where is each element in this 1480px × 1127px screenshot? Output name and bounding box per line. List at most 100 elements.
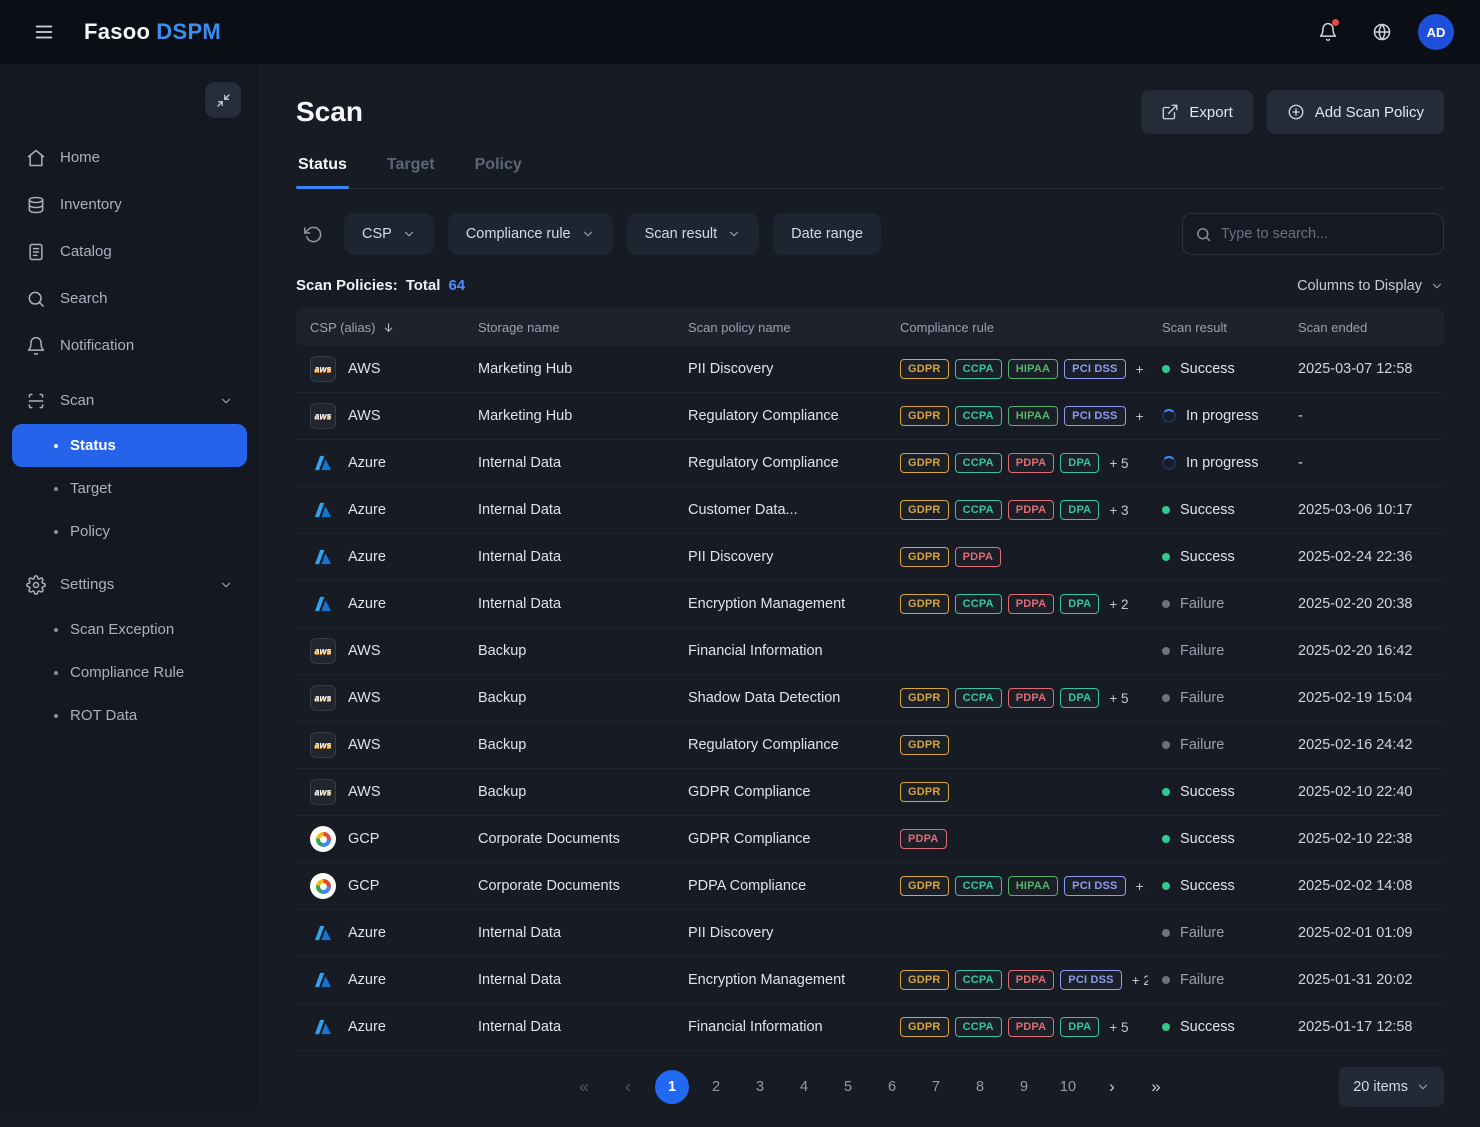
hamburger-menu-button[interactable]: [26, 14, 62, 50]
sort-descending-icon[interactable]: [382, 321, 395, 334]
compliance-badge: PCI DSS: [1064, 359, 1125, 379]
brand-logo: Fasoo DSPM: [84, 19, 221, 45]
scan-table: CSP (alias)Storage nameScan policy nameC…: [296, 308, 1444, 1051]
column-header-storage-name[interactable]: Storage name: [464, 308, 674, 346]
export-button[interactable]: Export: [1141, 90, 1252, 134]
column-header-scan-result[interactable]: Scan result: [1148, 308, 1284, 346]
table-row[interactable]: AzureInternal DataPII DiscoveryGDPRPDPAS…: [296, 534, 1444, 581]
sidebar-item-home[interactable]: Home: [12, 134, 247, 181]
pagination-page-2[interactable]: 2: [699, 1070, 733, 1104]
table-row[interactable]: awsAWSMarketing HubRegulatory Compliance…: [296, 393, 1444, 440]
sidebar-item-rot-data[interactable]: ROT Data: [12, 694, 247, 737]
pagination-page-9[interactable]: 9: [1007, 1070, 1041, 1104]
status-dot: [1162, 1023, 1170, 1031]
column-header-scan-ended[interactable]: Scan ended: [1284, 308, 1444, 346]
search-box[interactable]: [1182, 213, 1444, 255]
sidebar-item-settings[interactable]: Settings: [12, 561, 247, 608]
table-row[interactable]: AzureInternal DataFinancial InformationG…: [296, 1004, 1444, 1051]
sidebar-item-status[interactable]: Status: [12, 424, 247, 467]
csp-name: AWS: [348, 408, 381, 424]
compliance-badge: CCPA: [955, 406, 1002, 426]
compliance-badge: CCPA: [955, 594, 1002, 614]
tab-target[interactable]: Target: [385, 156, 437, 188]
pagination-page-10[interactable]: 10: [1051, 1070, 1085, 1104]
storage-name: Backup: [478, 643, 526, 659]
sidebar-item-search[interactable]: Search: [12, 275, 247, 322]
table-row[interactable]: GCPCorporate DocumentsPDPA ComplianceGDP…: [296, 863, 1444, 910]
scan-policy-name: GDPR Compliance: [688, 784, 811, 800]
sidebar-item-scan[interactable]: Scan: [12, 377, 247, 424]
sidebar-item-compliance-rule[interactable]: Compliance Rule: [12, 651, 247, 694]
scan-policy-name: Shadow Data Detection: [688, 690, 840, 706]
notifications-bell-button[interactable]: [1310, 14, 1346, 50]
column-header-compliance-rule[interactable]: Compliance rule: [886, 308, 1148, 346]
sidebar-item-notification[interactable]: Notification: [12, 322, 247, 369]
sidebar-collapse-button[interactable]: [205, 82, 241, 118]
compliance-badges: GDPRCCPAPDPAPCI DSS+ 2: [900, 970, 1134, 990]
pagination-page-8[interactable]: 8: [963, 1070, 997, 1104]
scan-policies-summary: Scan Policies: Total 64: [296, 277, 465, 294]
table-row[interactable]: awsAWSBackupFinancial InformationFailure…: [296, 628, 1444, 675]
sidebar-item-inventory[interactable]: Inventory: [12, 181, 247, 228]
column-header-csp-alias[interactable]: CSP (alias): [296, 308, 464, 346]
sidebar-item-target[interactable]: Target: [12, 467, 247, 510]
tab-status[interactable]: Status: [296, 156, 349, 188]
compliance-rule-filter-dropdown[interactable]: Compliance rule: [448, 213, 613, 255]
bullet-dot: [54, 530, 58, 534]
tabs: Status Target Policy: [296, 156, 1444, 189]
pagination-page-4[interactable]: 4: [787, 1070, 821, 1104]
table-row[interactable]: GCPCorporate DocumentsGDPR CompliancePDP…: [296, 816, 1444, 863]
compliance-badges: GDPRCCPAPDPADPA+ 3: [900, 500, 1134, 520]
pagination-previous-button[interactable]: ‹: [611, 1070, 645, 1104]
table-row[interactable]: AzureInternal DataPII DiscoveryFailure20…: [296, 910, 1444, 957]
in-progress-spinner-icon: [1162, 409, 1176, 423]
csp-filter-dropdown[interactable]: CSP: [344, 213, 434, 255]
search-icon: [26, 289, 46, 309]
refresh-button[interactable]: [296, 217, 330, 251]
pagination-page-7[interactable]: 7: [919, 1070, 953, 1104]
table-row[interactable]: AzureInternal DataRegulatory ComplianceG…: [296, 440, 1444, 487]
tab-policy[interactable]: Policy: [473, 156, 524, 188]
pagination-page-1[interactable]: 1: [655, 1070, 689, 1104]
table-row[interactable]: awsAWSBackupRegulatory ComplianceGDPRFai…: [296, 722, 1444, 769]
table-row[interactable]: awsAWSBackupShadow Data DetectionGDPRCCP…: [296, 675, 1444, 722]
pagination-page-6[interactable]: 6: [875, 1070, 909, 1104]
compliance-badge: DPA: [1060, 1017, 1099, 1037]
pagination-last-button[interactable]: »: [1139, 1070, 1173, 1104]
pagination-page-5[interactable]: 5: [831, 1070, 865, 1104]
sidebar-item-label: Status: [70, 437, 116, 454]
sidebar-item-label: Settings: [60, 576, 114, 593]
language-globe-button[interactable]: [1364, 14, 1400, 50]
pagination-page-3[interactable]: 3: [743, 1070, 777, 1104]
scan-result: Failure: [1162, 972, 1270, 988]
scan-ended-timestamp: -: [1298, 455, 1303, 471]
sidebar-item-catalog[interactable]: Catalog: [12, 228, 247, 275]
sidebar-item-policy[interactable]: Policy: [12, 510, 247, 553]
items-per-page-dropdown[interactable]: 20 items: [1339, 1067, 1444, 1107]
table-row[interactable]: AzureInternal DataCustomer Data...GDPRCC…: [296, 487, 1444, 534]
table-row[interactable]: AzureInternal DataEncryption ManagementG…: [296, 581, 1444, 628]
search-input[interactable]: [1221, 226, 1431, 242]
columns-to-display-button[interactable]: Columns to Display: [1297, 278, 1444, 294]
avatar[interactable]: AD: [1418, 14, 1454, 50]
export-icon: [1161, 103, 1179, 121]
sidebar-item-label: ROT Data: [70, 707, 137, 724]
sidebar-item-scan-exception[interactable]: Scan Exception: [12, 608, 247, 651]
scan-result-filter-dropdown[interactable]: Scan result: [627, 213, 760, 255]
azure-icon: [310, 544, 336, 570]
scan-result: Failure: [1162, 737, 1270, 753]
date-range-filter[interactable]: Date range: [773, 213, 881, 255]
chevron-down-icon: [402, 227, 416, 241]
header-actions: Export Add Scan Policy: [1141, 90, 1444, 134]
scan-result-text: Success: [1180, 502, 1235, 518]
scan-result: Success: [1162, 1019, 1270, 1035]
status-dot: [1162, 788, 1170, 796]
table-row[interactable]: awsAWSBackupGDPR ComplianceGDPRSuccess20…: [296, 769, 1444, 816]
storage-name: Backup: [478, 784, 526, 800]
pagination-next-button[interactable]: ›: [1095, 1070, 1129, 1104]
table-row[interactable]: awsAWSMarketing HubPII DiscoveryGDPRCCPA…: [296, 346, 1444, 393]
pagination-first-button[interactable]: «: [567, 1070, 601, 1104]
column-header-scan-policy-name[interactable]: Scan policy name: [674, 308, 886, 346]
add-scan-policy-button[interactable]: Add Scan Policy: [1267, 90, 1444, 134]
table-row[interactable]: AzureInternal DataEncryption ManagementG…: [296, 957, 1444, 1004]
